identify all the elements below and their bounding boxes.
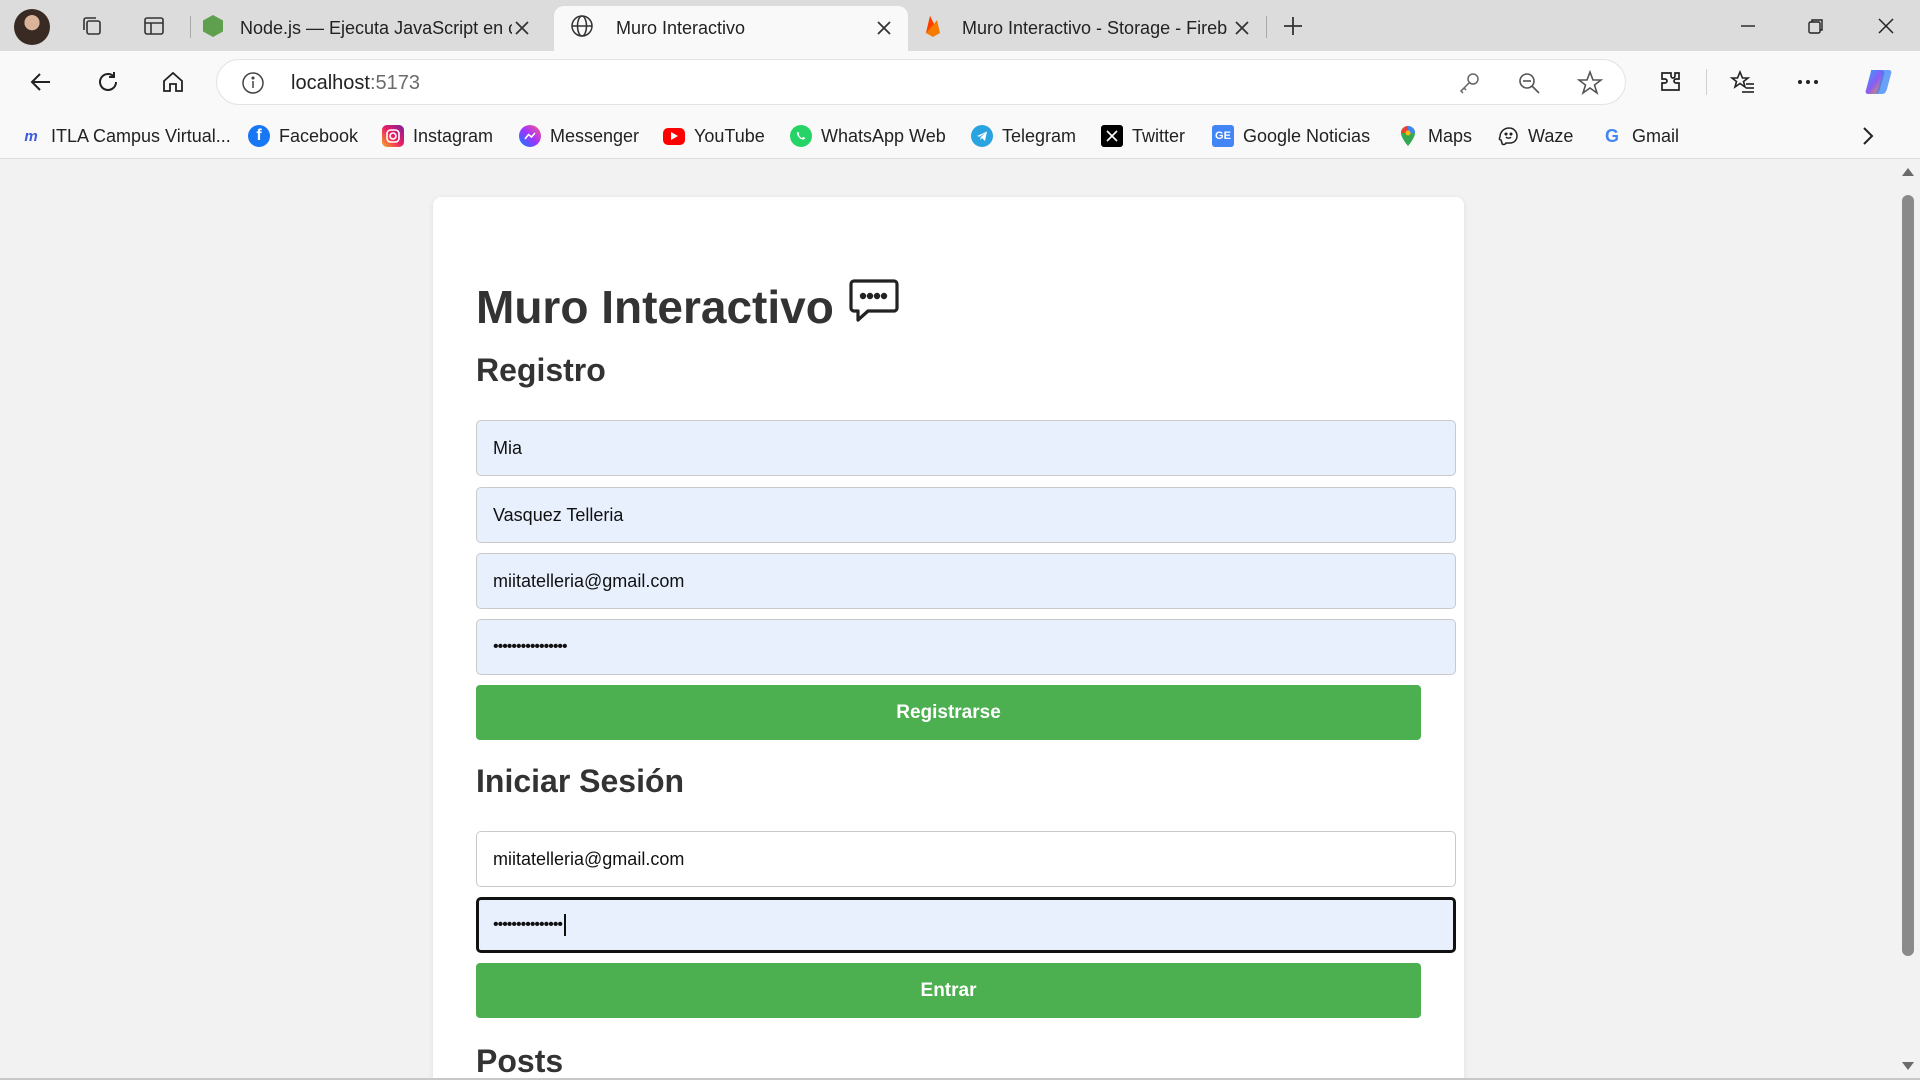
tab-muro-interactivo[interactable]: Muro Interactivo <box>554 6 908 51</box>
last-name-input[interactable]: Vasquez Telleria <box>476 487 1456 543</box>
scroll-down-arrow-icon[interactable] <box>1902 1062 1914 1070</box>
firebase-icon <box>924 14 942 43</box>
login-password-input[interactable]: ••••••••••••••• <box>476 897 1456 953</box>
vertical-tabs-icon[interactable] <box>136 8 172 44</box>
speech-bubble-icon <box>834 277 900 336</box>
close-tab-icon[interactable] <box>512 18 532 38</box>
toolbar-divider <box>1706 69 1707 95</box>
x-twitter-icon <box>1101 125 1123 147</box>
password-key-icon[interactable] <box>1457 71 1481 100</box>
tab-nodejs[interactable]: Node.js — Ejecuta JavaScript en c <box>200 6 546 51</box>
bookmark-youtube[interactable]: YouTube <box>663 121 765 151</box>
bookmarks-overflow-chevron-icon[interactable] <box>1854 122 1882 150</box>
login-button[interactable]: Entrar <box>476 963 1421 1018</box>
instagram-icon <box>382 125 404 147</box>
bookmark-twitter[interactable]: Twitter <box>1101 121 1185 151</box>
nodejs-icon <box>202 14 224 43</box>
tab-firebase-storage[interactable]: Muro Interactivo - Storage - Fireb <box>912 6 1266 51</box>
scroll-up-arrow-icon[interactable] <box>1902 168 1914 176</box>
telegram-icon <box>971 125 993 147</box>
back-icon[interactable] <box>21 63 61 101</box>
close-tab-icon[interactable] <box>1232 18 1252 38</box>
browser-toolbar: localhost:5173 <box>0 51 1920 113</box>
minimize-icon[interactable] <box>1714 0 1782 51</box>
bookmark-maps[interactable]: Maps <box>1397 121 1472 151</box>
bookmark-waze[interactable]: Waze <box>1497 121 1573 151</box>
whatsapp-icon <box>790 125 812 147</box>
close-window-icon[interactable] <box>1852 0 1920 51</box>
bookmark-facebook[interactable]: f Facebook <box>248 121 358 151</box>
extensions-icon[interactable] <box>1651 63 1691 101</box>
register-password-input[interactable]: •••••••••••••••• <box>476 619 1456 675</box>
maps-icon <box>1397 125 1419 147</box>
waze-icon <box>1497 125 1519 147</box>
bookmark-google-noticias[interactable]: GE Google Noticias <box>1212 121 1370 151</box>
tab-title: Muro Interactivo - Storage - Fireb <box>962 18 1228 38</box>
register-heading: Registro <box>476 352 606 388</box>
tab-title: Muro Interactivo <box>616 18 746 38</box>
facebook-icon: f <box>248 125 270 147</box>
profile-avatar[interactable] <box>14 9 50 45</box>
new-tab-icon[interactable] <box>1275 8 1311 44</box>
tab-title: Node.js — Ejecuta JavaScript en c <box>240 18 512 38</box>
url-text: localhost:5173 <box>291 72 420 94</box>
scrollbar-thumb[interactable] <box>1902 195 1914 956</box>
close-tab-icon[interactable] <box>874 18 894 38</box>
register-email-input[interactable]: miitatelleria@gmail.com <box>476 553 1456 609</box>
bookmark-gmail[interactable]: G Gmail <box>1601 121 1679 151</box>
bookmark-messenger[interactable]: Messenger <box>519 121 639 151</box>
first-name-input[interactable]: Mia <box>476 420 1456 476</box>
youtube-icon <box>663 127 685 145</box>
posts-heading: Posts <box>476 1043 564 1079</box>
page-scrollbar[interactable] <box>1896 160 1920 1078</box>
login-heading: Iniciar Sesión <box>476 763 685 799</box>
site-info-icon[interactable] <box>241 71 265 100</box>
itla-icon: m <box>24 127 38 145</box>
login-email-input[interactable]: miitatelleria@gmail.com <box>476 831 1456 887</box>
bookmark-whatsapp[interactable]: WhatsApp Web <box>790 121 946 151</box>
app-card: Muro Interactivo Registro Mia Vasquez Te… <box>433 197 1464 1080</box>
text-caret <box>564 914 567 936</box>
more-menu-icon[interactable] <box>1788 63 1828 101</box>
bookmark-itla[interactable]: m ITLA Campus Virtual... <box>20 121 230 151</box>
bookmark-telegram[interactable]: Telegram <box>971 121 1076 151</box>
copilot-icon[interactable] <box>1859 63 1899 101</box>
reload-icon[interactable] <box>88 63 128 101</box>
google-icon: G <box>1604 125 1619 146</box>
restore-icon[interactable] <box>1782 0 1850 51</box>
google-news-icon: GE <box>1212 125 1234 147</box>
tab-separator <box>190 16 191 38</box>
register-button[interactable]: Registrarse <box>476 685 1421 740</box>
favorite-star-icon[interactable] <box>1576 69 1604 101</box>
zoom-out-icon[interactable] <box>1517 71 1541 100</box>
page-title: Muro Interactivo <box>476 277 900 336</box>
messenger-icon <box>519 125 541 147</box>
workspaces-icon[interactable] <box>74 8 110 44</box>
address-bar[interactable]: localhost:5173 <box>216 59 1626 105</box>
tab-separator <box>1266 16 1267 38</box>
favorites-icon[interactable] <box>1723 63 1763 101</box>
bookmark-instagram[interactable]: Instagram <box>382 121 493 151</box>
bookmarks-bar: m ITLA Campus Virtual... f Facebook Inst… <box>0 113 1920 159</box>
tab-strip: Node.js — Ejecuta JavaScript en c Muro I… <box>0 0 1920 51</box>
page-viewport: Muro Interactivo Registro Mia Vasquez Te… <box>0 160 1920 1080</box>
globe-icon <box>570 14 594 43</box>
home-icon[interactable] <box>153 63 193 101</box>
